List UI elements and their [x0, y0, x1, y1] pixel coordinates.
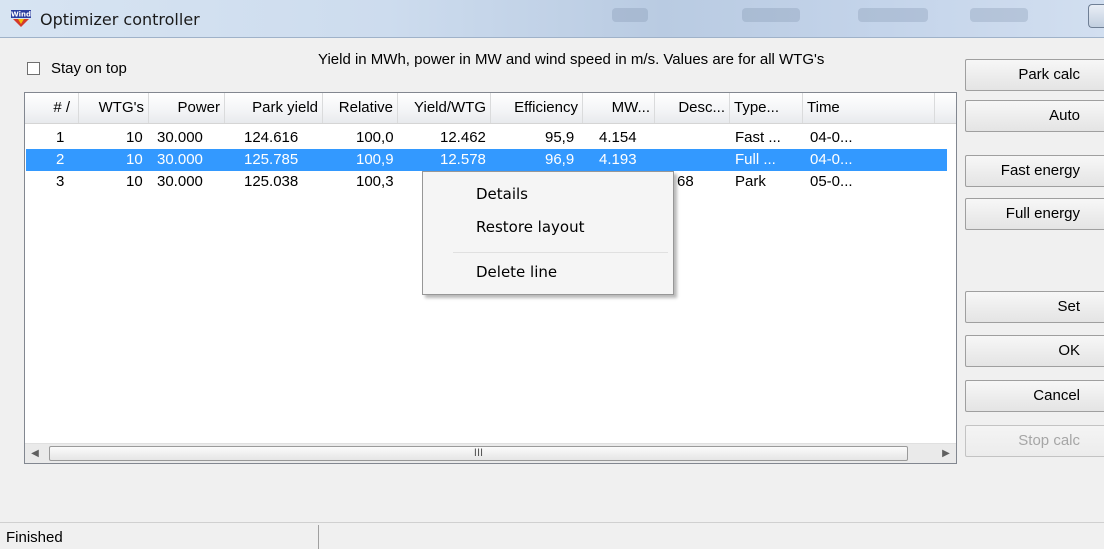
menu-item-delete-line[interactable]: Delete line: [476, 263, 557, 281]
cell-time: 04-0...: [810, 151, 853, 168]
cell-time: 05-0...: [810, 173, 853, 190]
menu-separator: [453, 252, 668, 253]
stay-on-top-label: Stay on top: [51, 60, 127, 77]
cell-park-yield: 125.785: [244, 151, 299, 168]
scroll-thumb[interactable]: III: [49, 446, 908, 461]
cell-yield-wtg: 12.462: [440, 129, 486, 146]
cell-power: 30.000: [157, 151, 203, 168]
column-header-number[interactable]: # /: [25, 93, 79, 123]
cell-mw: 4.193: [599, 151, 637, 168]
cell-mw: 4.154: [599, 129, 637, 146]
cell-number: 2: [56, 151, 65, 168]
context-menu: Details Restore layout Delete line: [422, 171, 674, 295]
cell-mw: 68: [677, 173, 694, 190]
cell-number: 3: [56, 173, 65, 190]
blurred-title-area: [858, 8, 928, 22]
menu-item-restore-layout[interactable]: Restore layout: [476, 218, 585, 236]
column-header-wtgs[interactable]: WTG's: [79, 93, 149, 123]
svg-text:Wind: Wind: [11, 11, 31, 19]
cell-wtgs: 10: [126, 173, 143, 190]
window-title: Optimizer controller: [40, 10, 200, 29]
cell-efficiency: 96,9: [545, 151, 575, 168]
auto-button[interactable]: Auto: [965, 100, 1104, 132]
status-divider: [318, 525, 319, 549]
set-button[interactable]: Set: [965, 291, 1104, 323]
cell-type: Park: [735, 173, 766, 190]
list-header: # / WTG's Power Park yield Relative Yiel…: [25, 93, 956, 124]
units-info-text: Yield in MWh, power in MW and wind speed…: [318, 51, 825, 68]
menu-item-details[interactable]: Details: [476, 185, 528, 203]
cell-park-yield: 125.038: [244, 173, 299, 190]
cell-power: 30.000: [157, 129, 203, 146]
scroll-left-arrow-icon[interactable]: ◀: [25, 444, 45, 464]
horizontal-scrollbar[interactable]: ◀ III ▶: [25, 443, 956, 463]
column-header-mw[interactable]: MW...: [583, 93, 655, 123]
cell-power: 30.000: [157, 173, 203, 190]
cell-time: 04-0...: [810, 129, 853, 146]
cell-park-yield: 124.616: [244, 129, 299, 146]
cell-type: Fast ...: [735, 129, 781, 146]
full-energy-button[interactable]: Full energy: [965, 198, 1104, 230]
column-header-time[interactable]: Time: [803, 93, 935, 123]
cell-yield-wtg: 12.578: [440, 151, 486, 168]
cell-relative: 100,3: [356, 173, 394, 190]
column-header-yield-wtg[interactable]: Yield/WTG: [398, 93, 491, 123]
status-text: Finished: [6, 529, 63, 546]
stay-on-top-checkbox[interactable]: Stay on top: [27, 60, 127, 77]
column-header-type[interactable]: Type...: [730, 93, 803, 123]
cell-efficiency: 95,9: [545, 129, 575, 146]
cell-type: Full ...: [735, 151, 776, 168]
column-header-relative[interactable]: Relative: [323, 93, 398, 123]
window-control-button[interactable]: [1088, 4, 1104, 28]
table-row-selected[interactable]: 2 10 30.000 125.785 100,9 12.578 96,9 4.…: [26, 149, 947, 171]
scroll-grip-icon: III: [473, 447, 484, 459]
blurred-title-area: [970, 8, 1028, 22]
park-calc-button[interactable]: Park calc: [965, 59, 1104, 91]
cell-wtgs: 10: [126, 129, 143, 146]
status-bar: Finished: [0, 522, 1104, 549]
cell-wtgs: 10: [126, 151, 143, 168]
column-header-efficiency[interactable]: Efficiency: [491, 93, 583, 123]
cell-number: 1: [56, 129, 65, 146]
cell-relative: 100,0: [356, 129, 394, 146]
stop-calc-button: Stop calc: [965, 425, 1104, 457]
scroll-right-arrow-icon[interactable]: ▶: [936, 444, 956, 464]
column-header-park-yield[interactable]: Park yield: [225, 93, 323, 123]
fast-energy-button[interactable]: Fast energy: [965, 155, 1104, 187]
column-header-description[interactable]: Desc...: [655, 93, 730, 123]
title-bar[interactable]: Wind Optimizer controller: [0, 0, 1104, 38]
blurred-title-area: [612, 8, 648, 22]
ok-button[interactable]: OK: [965, 335, 1104, 367]
cell-relative: 100,9: [356, 151, 394, 168]
windpro-icon: Wind: [11, 10, 31, 27]
blurred-title-area: [742, 8, 800, 22]
cancel-button[interactable]: Cancel: [965, 380, 1104, 412]
checkbox-box[interactable]: [27, 62, 40, 75]
column-header-power[interactable]: Power: [149, 93, 225, 123]
table-row[interactable]: 1 10 30.000 124.616 100,0 12.462 95,9 4.…: [26, 127, 947, 149]
